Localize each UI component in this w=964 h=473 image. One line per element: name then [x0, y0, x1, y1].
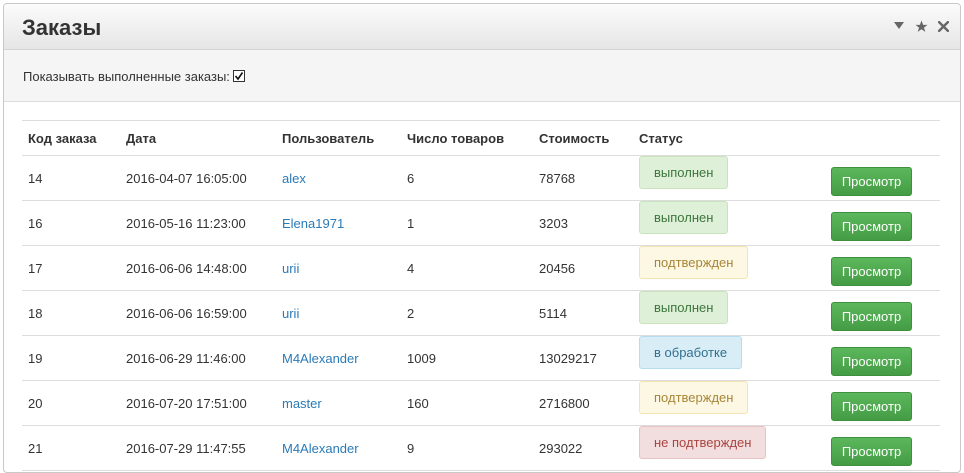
order-id: 21 — [22, 425, 120, 471]
table-row: 18 2016-06-06 16:59:00 urii 2 5114 выпол… — [22, 290, 940, 336]
user-link[interactable]: urii — [282, 306, 299, 321]
order-date: 2016-04-07 16:05:00 — [120, 155, 276, 201]
item-count: 2 — [401, 290, 533, 336]
col-status: Статус — [633, 120, 825, 156]
view-order-button[interactable]: Просмотр — [831, 256, 912, 286]
order-price: 13029217 — [533, 335, 633, 381]
user-link[interactable]: Elena1971 — [282, 216, 344, 231]
order-date: 2016-05-16 11:23:00 — [120, 200, 276, 246]
order-price: 78768 — [533, 155, 633, 201]
table-row: 17 2016-06-06 14:48:00 urii 4 20456 подт… — [22, 245, 940, 291]
order-id: 14 — [22, 155, 120, 201]
show-completed-label: Показывать выполненные заказы: — [23, 69, 230, 84]
table-header-row: Код заказа Дата Пользователь Число товар… — [22, 120, 940, 156]
panel-header: Заказы — [4, 4, 960, 50]
col-item-count: Число товаров — [401, 120, 533, 156]
table-row: 14 2016-04-07 16:05:00 alex 6 78768 выпо… — [22, 155, 940, 201]
close-icon[interactable] — [936, 18, 950, 34]
view-order-button[interactable]: Просмотр — [831, 346, 912, 376]
view-order-button[interactable]: Просмотр — [831, 391, 912, 421]
status-badge: выполнен — [639, 156, 729, 189]
item-count: 1009 — [401, 335, 533, 381]
table-row: 19 2016-06-29 11:46:00 M4Alexander 1009 … — [22, 335, 940, 381]
view-order-button[interactable]: Просмотр — [831, 211, 912, 241]
user-link[interactable]: M4Alexander — [282, 441, 359, 456]
star-icon[interactable] — [914, 18, 928, 34]
view-order-button[interactable]: Просмотр — [831, 436, 912, 466]
order-price: 20456 — [533, 245, 633, 291]
order-price: 293022 — [533, 425, 633, 471]
order-price: 2716800 — [533, 380, 633, 426]
order-id: 17 — [22, 245, 120, 291]
status-badge: не подтвержден — [639, 426, 767, 459]
order-date: 2016-06-29 11:46:00 — [120, 335, 276, 381]
order-id: 16 — [22, 200, 120, 246]
item-count: 9 — [401, 425, 533, 471]
item-count: 160 — [401, 380, 533, 426]
col-action — [825, 120, 940, 156]
order-id: 19 — [22, 335, 120, 381]
status-badge: подтвержден — [639, 381, 749, 414]
user-link[interactable]: alex — [282, 171, 306, 186]
page-title: Заказы — [22, 15, 102, 40]
order-price: 5114 — [533, 290, 633, 336]
status-badge: выполнен — [639, 291, 729, 324]
order-date: 2016-06-06 14:48:00 — [120, 245, 276, 291]
orders-table: Код заказа Дата Пользователь Число товар… — [22, 120, 940, 471]
item-count: 4 — [401, 245, 533, 291]
order-date: 2016-07-20 17:51:00 — [120, 380, 276, 426]
view-order-button[interactable]: Просмотр — [831, 301, 912, 331]
user-link[interactable]: M4Alexander — [282, 351, 359, 366]
item-count: 1 — [401, 200, 533, 246]
order-id: 20 — [22, 380, 120, 426]
table-row: 21 2016-07-29 11:47:55 M4Alexander 9 293… — [22, 425, 940, 471]
show-completed-checkbox[interactable] — [233, 70, 245, 82]
panel-controls — [892, 18, 950, 34]
user-link[interactable]: urii — [282, 261, 299, 276]
status-badge: подтвержден — [639, 246, 749, 279]
col-order-id: Код заказа — [22, 120, 120, 156]
order-price: 3203 — [533, 200, 633, 246]
caret-down-icon[interactable] — [892, 18, 906, 34]
filter-bar: Показывать выполненные заказы: — [4, 50, 960, 102]
order-date: 2016-07-29 11:47:55 — [120, 425, 276, 471]
col-user: Пользователь — [276, 120, 401, 156]
status-badge: в обработке — [639, 336, 743, 369]
table-row: 16 2016-05-16 11:23:00 Elena1971 1 3203 … — [22, 200, 940, 246]
order-id: 18 — [22, 290, 120, 336]
item-count: 6 — [401, 155, 533, 201]
view-order-button[interactable]: Просмотр — [831, 166, 912, 196]
table-row: 20 2016-07-20 17:51:00 master 160 271680… — [22, 380, 940, 426]
col-date: Дата — [120, 120, 276, 156]
order-date: 2016-06-06 16:59:00 — [120, 290, 276, 336]
col-price: Стоимость — [533, 120, 633, 156]
status-badge: выполнен — [639, 201, 729, 234]
user-link[interactable]: master — [282, 396, 322, 411]
